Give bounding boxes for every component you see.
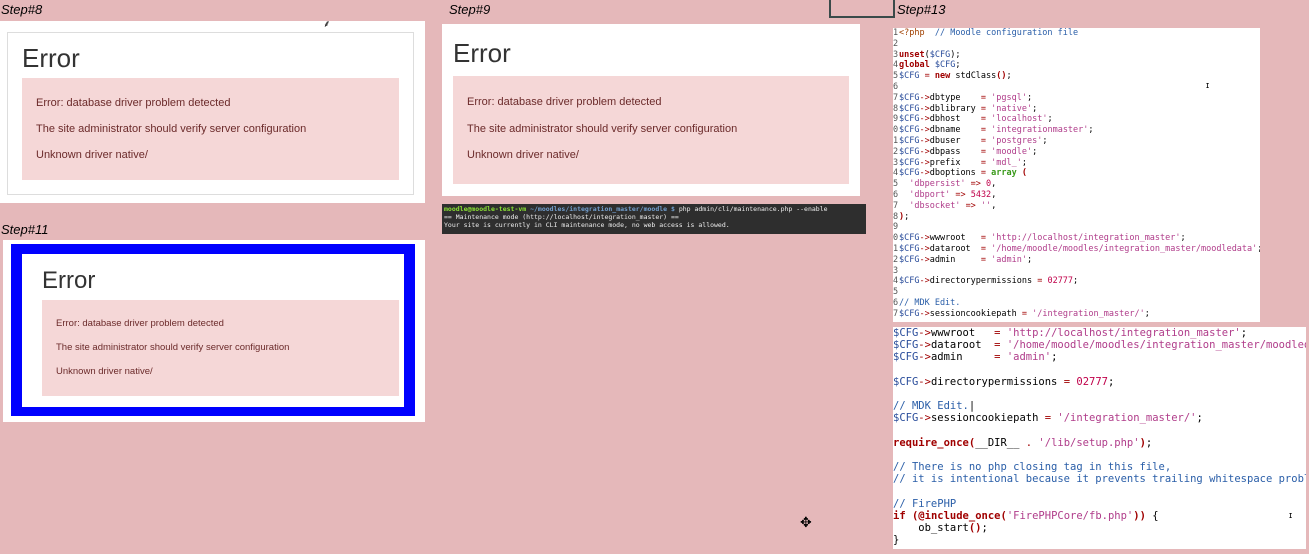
- step-label-8: Step#8: [1, 2, 43, 17]
- terminal-path: ~/moodles/integration_master/moodle $: [530, 205, 675, 213]
- error-page-step11: Error Error: database driver problem det…: [3, 240, 425, 422]
- error-detail: Unknown driver native/: [467, 149, 579, 161]
- code-editor-config-top[interactable]: 1<?php // Moodle configuration file 2 3u…: [893, 28, 1260, 322]
- error-card: Error Error: database driver problem det…: [7, 32, 414, 195]
- pointer-icon: ⸙: [323, 19, 331, 30]
- step-label-13: Step#13: [897, 2, 946, 17]
- terminal-command: php admin/cli/maintenance.php --enable: [674, 205, 828, 213]
- text-cursor-icon: ɪ: [1206, 80, 1210, 90]
- error-advice: The site administrator should verify ser…: [56, 342, 290, 353]
- error-message: Error: database driver problem detected: [56, 318, 224, 329]
- error-page-step9: Error Error: database driver problem det…: [442, 24, 860, 196]
- error-alert: Error: database driver problem detected …: [453, 76, 849, 184]
- error-advice: The site administrator should verify ser…: [467, 123, 738, 135]
- error-detail: Unknown driver native/: [36, 149, 148, 161]
- window-frame-fragment: [829, 0, 895, 18]
- move-cursor-icon: ✥: [800, 514, 812, 530]
- error-title: Error: [453, 38, 511, 68]
- error-alert: Error: database driver problem detected …: [22, 78, 399, 180]
- text-cursor-icon: ɪ: [1289, 510, 1293, 520]
- error-card: Error Error: database driver problem det…: [22, 254, 404, 407]
- terminal-window[interactable]: moodle@moodle-test-vm ~/moodles/integrat…: [442, 204, 866, 234]
- error-title: Error: [22, 43, 80, 73]
- error-advice: The site administrator should verify ser…: [36, 123, 307, 135]
- terminal-prompt-line: moodle@moodle-test-vm ~/moodles/integrat…: [444, 205, 864, 213]
- step-label-9: Step#9: [449, 2, 491, 17]
- error-detail: Unknown driver native/: [56, 366, 153, 377]
- error-title: Error: [42, 267, 96, 294]
- terminal-output-1: == Maintenance mode (http://localhost/in…: [444, 213, 679, 221]
- error-page-step8: Error Error: database driver problem det…: [0, 21, 425, 203]
- code-editor-config-bottom[interactable]: $CFG->wwwroot = 'http://localhost/integr…: [893, 327, 1306, 549]
- step-label-11: Step#11: [1, 222, 49, 237]
- error-message: Error: database driver problem detected: [467, 96, 662, 108]
- focus-outline: Error Error: database driver problem det…: [11, 244, 415, 416]
- terminal-user: moodle@moodle-test-vm: [444, 205, 527, 213]
- terminal-output-2: Your site is currently in CLI maintenanc…: [444, 221, 730, 229]
- error-message: Error: database driver problem detected: [36, 97, 231, 109]
- error-alert: Error: database driver problem detected …: [42, 300, 399, 396]
